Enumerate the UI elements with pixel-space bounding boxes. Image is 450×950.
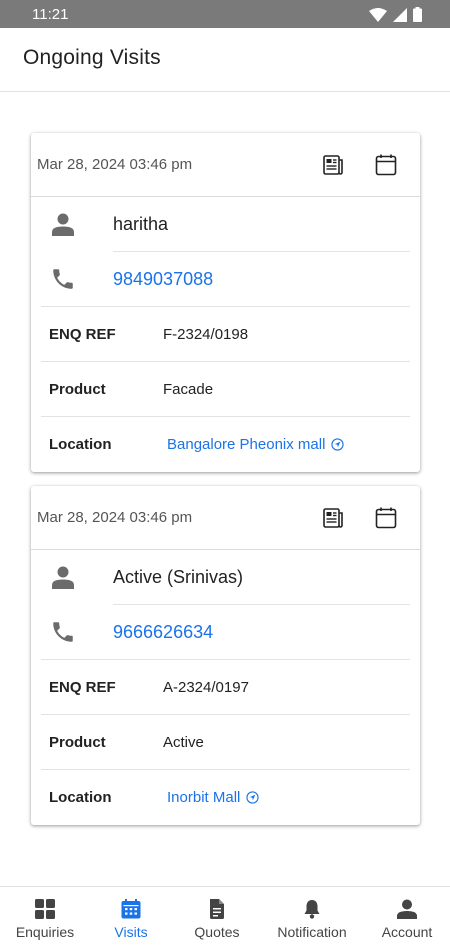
- visit-location-row: Location Inorbit Mall: [31, 770, 420, 825]
- nav-label: Notification: [277, 924, 347, 940]
- nav-label: Visits: [114, 924, 148, 940]
- visit-name-row: Active (Srinivas): [31, 550, 420, 605]
- visit-phone-link[interactable]: 9666626634: [113, 622, 213, 643]
- visit-phone-link[interactable]: 9849037088: [113, 269, 213, 290]
- nav-account[interactable]: Account: [362, 887, 450, 950]
- visit-name: Active (Srinivas): [113, 567, 244, 587]
- visit-product-row: Product Facade: [31, 362, 420, 417]
- calendar-icon[interactable]: [374, 153, 398, 177]
- status-time: 11:21: [32, 6, 69, 23]
- newspaper-icon[interactable]: [321, 153, 345, 177]
- bottom-navigation: Enquiries Visits Quotes Notification Acc…: [0, 886, 450, 950]
- nav-label: Enquiries: [15, 924, 75, 940]
- enq-ref-value: F-2324/0198: [163, 326, 249, 343]
- product-value: Active: [163, 734, 204, 751]
- enq-ref-label: ENQ REF: [49, 679, 116, 696]
- status-bar: 11:21: [0, 0, 450, 28]
- battery-icon: [413, 7, 422, 22]
- product-label: Product: [49, 381, 106, 398]
- calendar-icon[interactable]: [374, 506, 398, 530]
- visit-card-header: Mar 28, 2024 03:46 pm: [31, 133, 420, 197]
- status-icons: [369, 7, 422, 22]
- visit-card[interactable]: Mar 28, 2024 03:46 pm haritha 9849037088…: [31, 133, 420, 472]
- nav-visits[interactable]: Visits: [86, 887, 176, 950]
- phone-icon: [53, 269, 73, 289]
- app-bar: Ongoing Visits: [0, 28, 450, 92]
- visit-location-row: Location Bangalore Pheonix mall: [31, 417, 420, 472]
- nav-notification[interactable]: Notification: [267, 887, 357, 950]
- grid-icon: [35, 899, 55, 919]
- nav-enquiries[interactable]: Enquiries: [0, 887, 90, 950]
- visit-name: haritha: [113, 214, 169, 234]
- newspaper-icon[interactable]: [321, 506, 345, 530]
- location-label: Location: [49, 436, 112, 453]
- visit-datetime: Mar 28, 2024 03:46 pm: [37, 509, 193, 526]
- visit-card-header: Mar 28, 2024 03:46 pm: [31, 486, 420, 550]
- visit-card[interactable]: Mar 28, 2024 03:46 pm Active (Srinivas): [31, 486, 420, 825]
- product-value: Facade: [163, 381, 214, 398]
- wifi-icon: [369, 7, 387, 22]
- visit-name-row: haritha: [31, 197, 420, 252]
- person-icon: [52, 566, 74, 589]
- calendar-icon: [121, 899, 141, 919]
- visit-phone-row: 9666626634: [31, 605, 420, 660]
- person-icon: [397, 899, 417, 919]
- visit-datetime: Mar 28, 2024 03:46 pm: [37, 156, 193, 173]
- nav-quotes[interactable]: Quotes: [172, 887, 262, 950]
- bell-icon: [304, 900, 320, 919]
- navigation-icon: [331, 438, 345, 451]
- document-icon: [210, 899, 224, 919]
- visit-enq-row: ENQ REF A-2324/0197: [31, 660, 420, 715]
- visit-enq-row: ENQ REF F-2324/0198: [31, 307, 420, 362]
- visit-phone-row: 9849037088: [31, 252, 420, 307]
- location-link[interactable]: Inorbit Mall: [167, 789, 259, 806]
- signal-icon: [393, 7, 407, 22]
- visit-product-row: Product Active: [31, 715, 420, 770]
- product-label: Product: [49, 734, 106, 751]
- location-link[interactable]: Bangalore Pheonix mall: [167, 436, 345, 453]
- page-title: Ongoing Visits: [23, 46, 161, 69]
- phone-icon: [53, 622, 73, 642]
- location-value: Bangalore Pheonix mall: [167, 436, 326, 453]
- nav-label: Account: [381, 924, 433, 940]
- navigation-icon: [246, 791, 259, 804]
- enq-ref-value: A-2324/0197: [163, 679, 249, 696]
- nav-label: Quotes: [194, 924, 240, 940]
- location-value: Inorbit Mall: [167, 789, 241, 806]
- person-icon: [52, 213, 74, 236]
- enq-ref-label: ENQ REF: [49, 326, 116, 343]
- location-label: Location: [49, 789, 112, 806]
